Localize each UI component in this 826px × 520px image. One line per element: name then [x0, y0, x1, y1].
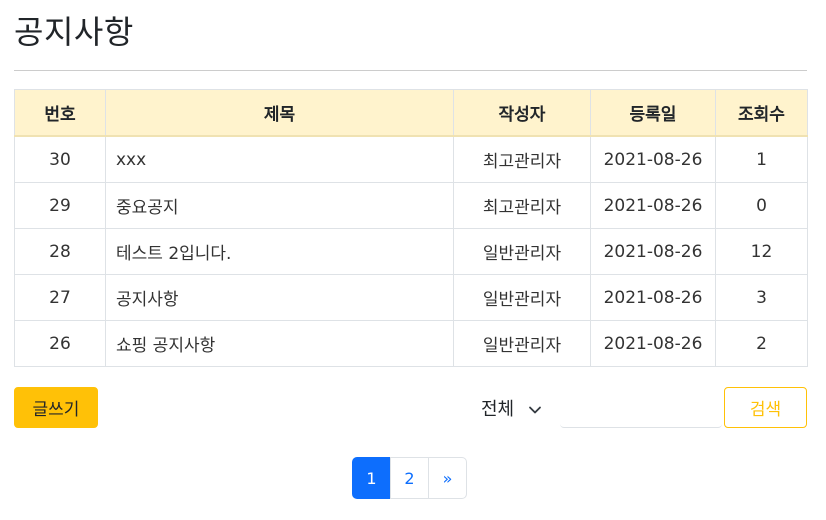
column-header-views: 조회수 — [715, 89, 808, 137]
column-header-title: 제목 — [105, 89, 454, 137]
post-date: 2021-08-26 — [590, 228, 716, 275]
pagination: 1 2 » — [352, 457, 467, 499]
post-views: 1 — [715, 135, 808, 183]
post-number: 29 — [14, 182, 106, 229]
search-type-select[interactable]: 전체 — [470, 387, 558, 428]
table-row[interactable]: 30 xxx 최고관리자 2021-08-26 1 — [14, 135, 808, 183]
post-title-link[interactable]: 쇼핑 공지사항 — [105, 320, 454, 367]
post-date: 2021-08-26 — [590, 135, 716, 183]
post-title-link[interactable]: 공지사항 — [105, 274, 454, 321]
post-number: 30 — [14, 135, 106, 183]
post-title-link[interactable]: 테스트 2입니다. — [105, 228, 454, 275]
post-date: 2021-08-26 — [590, 320, 716, 367]
search-type-value: 전체 — [481, 398, 515, 420]
post-author: 일반관리자 — [453, 320, 591, 367]
post-views: 0 — [715, 182, 808, 229]
post-number: 27 — [14, 274, 106, 321]
write-button[interactable]: 글쓰기 — [14, 387, 98, 428]
search-button[interactable]: 검색 — [724, 387, 807, 428]
post-author: 최고관리자 — [453, 135, 591, 183]
title-divider — [14, 70, 807, 71]
post-title-link[interactable]: 중요공지 — [105, 182, 454, 229]
post-author: 일반관리자 — [453, 228, 591, 275]
table-row[interactable]: 27 공지사항 일반관리자 2021-08-26 3 — [14, 274, 808, 321]
page-title: 공지사항 — [14, 13, 134, 51]
post-author: 최고관리자 — [453, 182, 591, 229]
notice-table: 번호 제목 작성자 등록일 조회수 30 xxx 최고관리자 2021-08-2… — [14, 89, 808, 367]
page-link-1[interactable]: 1 — [352, 457, 391, 499]
table-header-row: 번호 제목 작성자 등록일 조회수 — [14, 89, 808, 137]
post-views: 12 — [715, 228, 808, 275]
column-header-author: 작성자 — [453, 89, 591, 137]
page-link-2[interactable]: 2 — [390, 457, 429, 499]
post-date: 2021-08-26 — [590, 182, 716, 229]
post-title-link[interactable]: xxx — [105, 135, 454, 183]
column-header-number: 번호 — [14, 89, 106, 137]
post-author: 일반관리자 — [453, 274, 591, 321]
next-page-link[interactable]: » — [428, 457, 467, 499]
chevron-down-icon — [528, 401, 542, 415]
post-views: 3 — [715, 274, 808, 321]
post-number: 26 — [14, 320, 106, 367]
search-input[interactable] — [560, 387, 722, 428]
column-header-date: 등록일 — [590, 89, 716, 137]
post-date: 2021-08-26 — [590, 274, 716, 321]
table-row[interactable]: 29 중요공지 최고관리자 2021-08-26 0 — [14, 182, 808, 229]
post-number: 28 — [14, 228, 106, 275]
table-row[interactable]: 28 테스트 2입니다. 일반관리자 2021-08-26 12 — [14, 228, 808, 275]
table-row[interactable]: 26 쇼핑 공지사항 일반관리자 2021-08-26 2 — [14, 320, 808, 367]
post-views: 2 — [715, 320, 808, 367]
